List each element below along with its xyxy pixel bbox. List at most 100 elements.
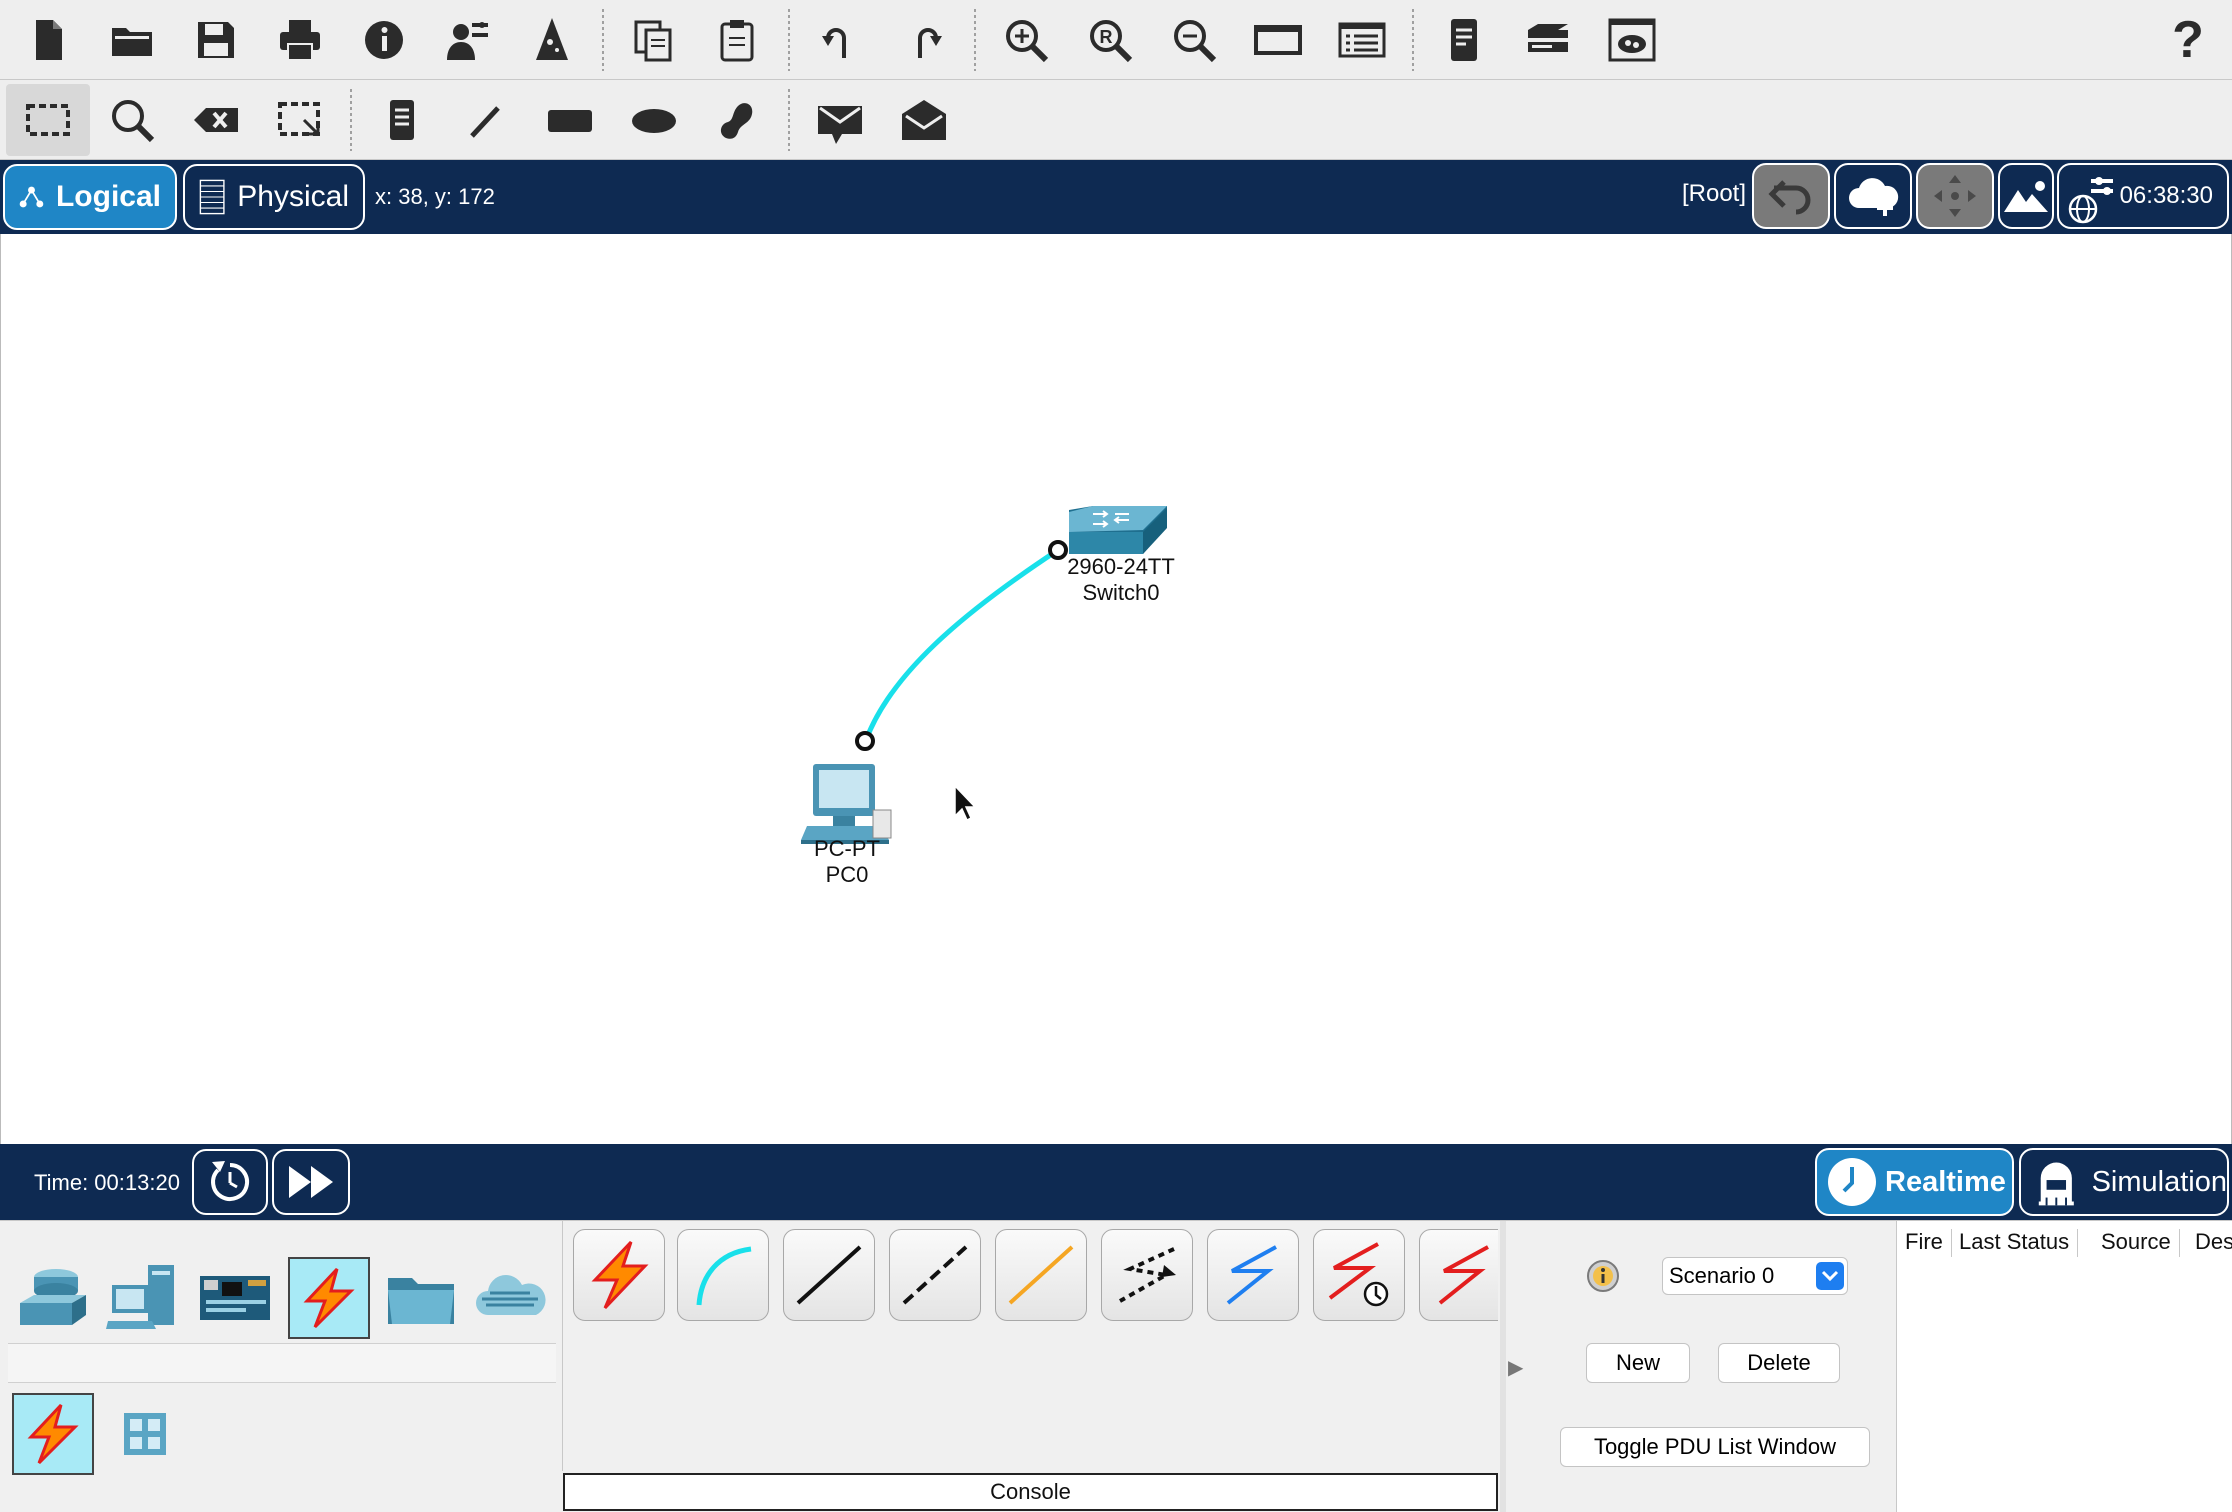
realtime-label: Realtime — [1885, 1165, 2006, 1198]
root-breadcrumb[interactable]: [Root] — [1682, 180, 1746, 208]
scenario-panel: Scenario 0 New Delete Toggle PDU List Wi… — [1544, 1221, 1894, 1512]
pc-label[interactable]: PC-PT PC0 — [797, 836, 897, 888]
add-simple-pdu-icon[interactable] — [798, 84, 882, 156]
new-cluster-icon[interactable] — [1834, 163, 1912, 229]
pdu-list-table: Fire Last Status Source Des — [1896, 1221, 2232, 1512]
column-header-last-status[interactable]: Last Status — [1951, 1229, 2079, 1257]
logical-topology-icon — [19, 186, 44, 208]
scenario-select[interactable]: Scenario 0 — [1662, 1257, 1848, 1295]
power-cycle-devices-button[interactable] — [192, 1149, 268, 1215]
zoom-reset-icon[interactable]: R — [1068, 4, 1152, 76]
scenario-info-icon[interactable] — [1586, 1259, 1620, 1293]
column-header-destination[interactable]: Des — [2187, 1229, 2232, 1257]
connections-category-icon[interactable] — [288, 1257, 370, 1339]
toolbar-separator — [788, 8, 790, 71]
new-file-icon[interactable] — [6, 4, 90, 76]
draw-freeform-icon[interactable] — [696, 84, 780, 156]
connections-subcategory-icon[interactable] — [12, 1393, 94, 1475]
structured-cabling-icon[interactable] — [104, 1393, 186, 1475]
serial-dte-icon[interactable] — [1419, 1229, 1498, 1321]
delete-scenario-label: Delete — [1747, 1350, 1811, 1375]
copper-straight-through-icon[interactable] — [783, 1229, 875, 1321]
network-devices-icon[interactable] — [12, 1257, 94, 1339]
toolbar-separator — [1412, 8, 1414, 71]
tab-physical[interactable]: Physical — [183, 164, 365, 230]
redo-icon[interactable] — [882, 4, 966, 76]
open-folder-icon[interactable] — [90, 4, 174, 76]
custom-device-icon[interactable] — [510, 4, 594, 76]
scenario-selected-value: Scenario 0 — [1669, 1263, 1775, 1288]
phone-cable-icon[interactable] — [1101, 1229, 1193, 1321]
fast-forward-icon — [289, 1166, 333, 1198]
cloud-image-icon[interactable] — [1590, 4, 1674, 76]
custom-devices-dialog-icon[interactable] — [1320, 4, 1404, 76]
expand-arrow-icon[interactable]: ▶ — [1508, 1355, 1523, 1380]
copy-icon[interactable] — [612, 4, 696, 76]
set-background-icon[interactable] — [1998, 163, 2054, 229]
undo-icon[interactable] — [798, 4, 882, 76]
toolbar-separator — [602, 8, 604, 71]
viewport-globe-icon — [2068, 177, 2113, 224]
drawing-palette-icon[interactable] — [1236, 4, 1320, 76]
cursor-coordinates: x: 38, y: 172 — [375, 184, 495, 209]
connection-types-list — [562, 1221, 1498, 1471]
switch-icon[interactable] — [1069, 506, 1167, 554]
pdu-list-icon[interactable] — [1422, 4, 1506, 76]
column-header-fire[interactable]: Fire — [1897, 1229, 1952, 1257]
logical-workspace-canvas[interactable]: 2960-24TT Switch0 PC-PT PC0 — [0, 234, 2232, 1144]
zoom-out-icon[interactable] — [1152, 4, 1236, 76]
info-icon[interactable] — [342, 4, 426, 76]
multiuser-connection-icon[interactable] — [470, 1257, 552, 1339]
console-link[interactable] — [863, 547, 1060, 741]
miscellaneous-icon[interactable] — [380, 1257, 462, 1339]
realtime-clock-icon — [1828, 1158, 1876, 1206]
toggle-pdu-list-button[interactable]: Toggle PDU List Window — [1560, 1427, 1870, 1467]
toggle-pdu-list-label: Toggle PDU List Window — [1593, 1434, 1837, 1459]
topology-drawing — [801, 506, 1167, 844]
resize-shape-icon[interactable] — [258, 84, 342, 156]
add-complex-pdu-icon[interactable] — [882, 84, 966, 156]
zoom-in-icon[interactable] — [984, 4, 1068, 76]
draw-rectangle-icon[interactable] — [528, 84, 612, 156]
column-header-source[interactable]: Source — [2093, 1229, 2180, 1257]
draw-ellipse-icon[interactable] — [612, 84, 696, 156]
save-icon[interactable] — [174, 4, 258, 76]
fast-forward-time-button[interactable] — [272, 1149, 350, 1215]
paste-icon[interactable] — [696, 4, 780, 76]
pc-icon[interactable] — [801, 764, 892, 844]
delete-icon[interactable] — [174, 84, 258, 156]
chevron-down-icon[interactable] — [1816, 1262, 1844, 1290]
device-template-icon[interactable] — [1506, 4, 1590, 76]
bottom-panel: Console ▶ Scenario 0 New Delete Toggle P… — [0, 1220, 2232, 1512]
place-note-icon[interactable] — [360, 84, 444, 156]
automatic-connection-icon[interactable] — [573, 1229, 665, 1321]
print-icon[interactable] — [258, 4, 342, 76]
serial-dce-icon[interactable] — [1313, 1229, 1405, 1321]
copper-cross-over-icon[interactable] — [889, 1229, 981, 1321]
viewport-clock[interactable]: 06:38:30 — [2057, 163, 2229, 229]
workspace-bar: Logical Physical x: 38, y: 172 [Root] 06… — [0, 160, 2232, 234]
tools-toolbar — [0, 80, 2232, 160]
new-scenario-button[interactable]: New — [1586, 1343, 1690, 1383]
switch-name: Switch0 — [1082, 580, 1160, 605]
move-object-icon[interactable] — [1916, 163, 1994, 229]
panel-splitter[interactable] — [1500, 1221, 1506, 1512]
help-icon[interactable]: ? — [2158, 8, 2218, 72]
tab-logical[interactable]: Logical — [3, 164, 177, 230]
end-devices-icon[interactable] — [102, 1257, 184, 1339]
activity-wizard-icon[interactable] — [426, 4, 510, 76]
device-search-bar[interactable] — [8, 1343, 556, 1383]
main-toolbar: R ? — [0, 0, 2232, 80]
coaxial-cable-icon[interactable] — [1207, 1229, 1299, 1321]
back-icon[interactable] — [1752, 163, 1830, 229]
inspect-icon[interactable] — [90, 84, 174, 156]
simulation-mode-button[interactable]: Simulation — [2019, 1148, 2229, 1216]
components-icon[interactable] — [194, 1257, 276, 1339]
draw-line-icon[interactable] — [444, 84, 528, 156]
fiber-cable-icon[interactable] — [995, 1229, 1087, 1321]
delete-scenario-button[interactable]: Delete — [1718, 1343, 1840, 1383]
realtime-mode-button[interactable]: Realtime — [1815, 1148, 2014, 1216]
switch-label[interactable]: 2960-24TT Switch0 — [1053, 554, 1189, 606]
console-cable-icon[interactable] — [677, 1229, 769, 1321]
select-icon[interactable] — [6, 83, 90, 156]
